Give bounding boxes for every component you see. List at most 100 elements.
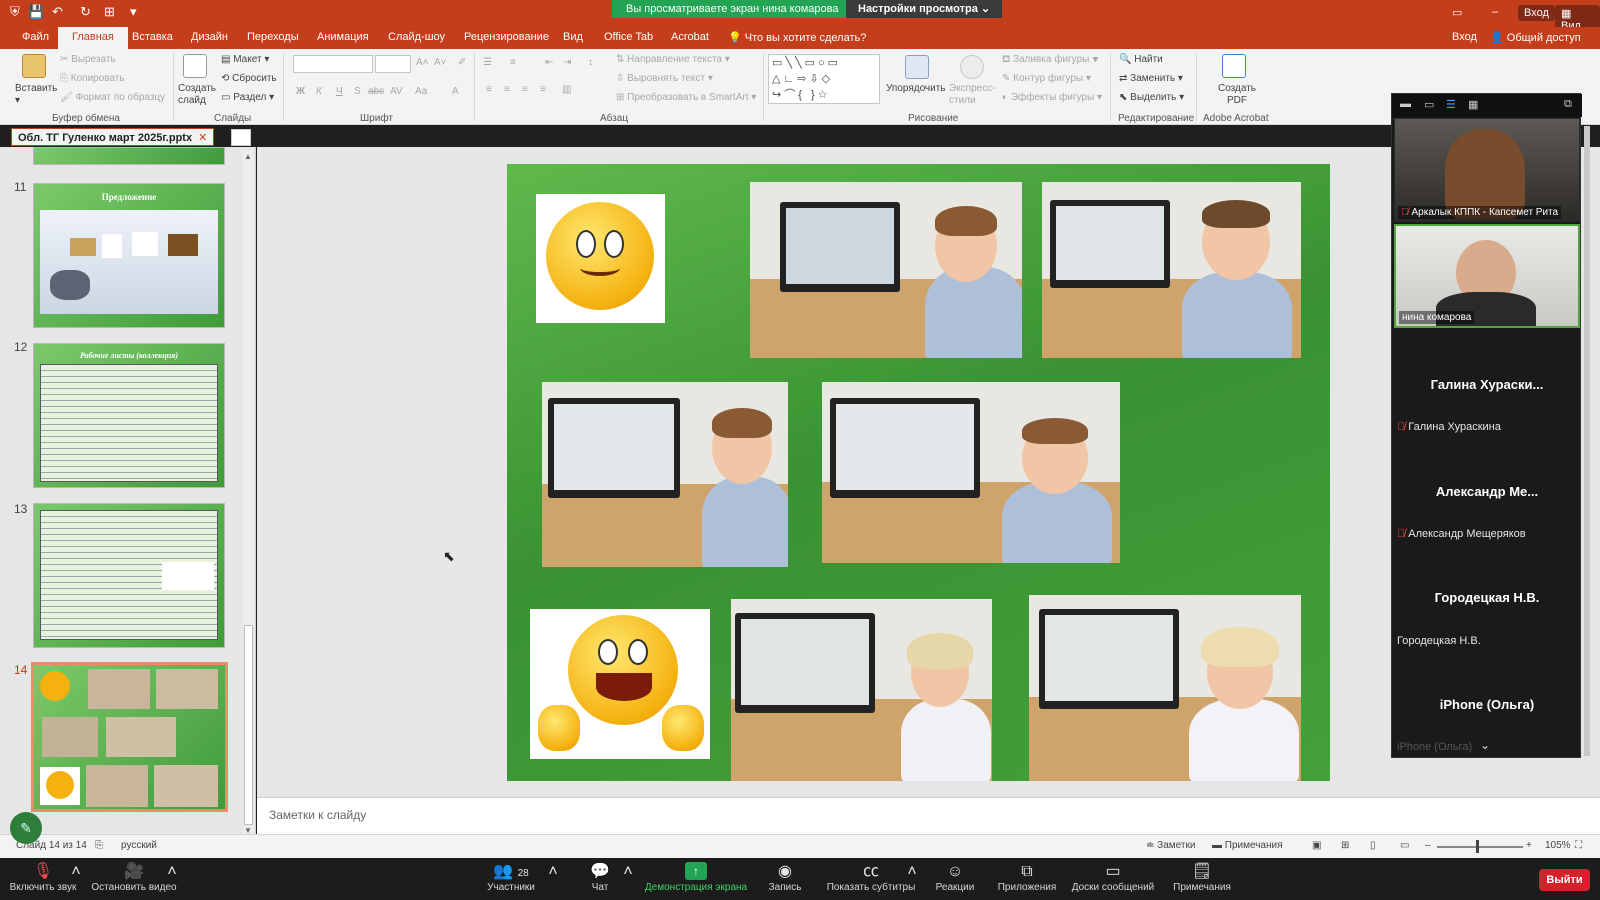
slide-thumbnail-10[interactable]: [33, 147, 225, 165]
increase-font-icon[interactable]: A˄: [416, 57, 429, 68]
arrange-icon[interactable]: [905, 55, 929, 79]
captions-button[interactable]: ㏄ Показать субтитры: [823, 862, 919, 893]
bullets-icon[interactable]: ☰: [483, 57, 492, 68]
cut-button[interactable]: ✂ Вырезать: [60, 54, 116, 65]
bold-icon[interactable]: Ж: [296, 86, 305, 97]
tab-review[interactable]: Рецензирование: [464, 31, 549, 43]
pop-out-icon[interactable]: ⧉: [1564, 98, 1572, 111]
participants-button[interactable]: 👥 28 Участники: [480, 862, 542, 893]
italic-icon[interactable]: К: [316, 86, 322, 97]
tab-acrobat[interactable]: Acrobat: [671, 31, 709, 43]
quick-styles-icon[interactable]: [960, 55, 984, 79]
smartart-button[interactable]: ⊞ Преобразовать в SmartArt ▾: [616, 92, 756, 103]
line-spacing-icon[interactable]: ↕: [588, 57, 593, 68]
layout-button[interactable]: ▤ Макет ▾: [221, 54, 269, 65]
student-photo-5[interactable]: [731, 599, 992, 781]
zoom-slider[interactable]: [1437, 846, 1523, 848]
zoom-level[interactable]: 105%: [1545, 840, 1571, 851]
char-spacing-icon[interactable]: AV: [390, 86, 403, 97]
normal-view-icon[interactable]: ▣: [1312, 840, 1321, 851]
scroll-down-chevron-icon[interactable]: ⌄: [1480, 738, 1490, 752]
notes-toggle[interactable]: ≐ Заметки: [1146, 840, 1195, 851]
clear-format-icon[interactable]: ✐: [458, 57, 466, 68]
tab-animations[interactable]: Анимация: [317, 31, 369, 43]
arrange-button[interactable]: Упорядочить: [886, 83, 946, 94]
tell-me-search[interactable]: 💡 Что вы хотите сделать?: [728, 31, 866, 44]
student-photo-1[interactable]: [750, 182, 1022, 358]
create-pdf-button[interactable]: Создать PDF: [1217, 83, 1257, 107]
paste-icon[interactable]: [22, 54, 46, 78]
font-size-select[interactable]: [375, 55, 411, 73]
record-button[interactable]: ◉ Запись: [763, 862, 807, 893]
slide-canvas[interactable]: [507, 164, 1330, 781]
annotate-pen-icon[interactable]: ✎: [10, 812, 42, 844]
student-photo-3[interactable]: [542, 382, 788, 567]
spellcheck-icon[interactable]: ⎘: [95, 840, 103, 851]
decrease-indent-icon[interactable]: ⇤: [545, 57, 553, 68]
list-view-icon[interactable]: ☰: [1446, 98, 1456, 111]
thumbs-up-smiley-image[interactable]: [530, 609, 710, 759]
slide-sorter-icon[interactable]: ⊞: [1341, 840, 1349, 851]
align-right-icon[interactable]: ≡: [522, 84, 528, 95]
account-login-link[interactable]: Вход: [1452, 31, 1477, 43]
video-options-chevron[interactable]: ˄: [166, 862, 178, 882]
gallery-view-icon[interactable]: ▦: [1468, 98, 1478, 111]
share-screen-button[interactable]: ↑ Демонстрация экрана: [642, 862, 750, 893]
comments-toggle[interactable]: ▬ Примечания: [1212, 840, 1283, 851]
underline-icon[interactable]: Ч: [336, 86, 343, 97]
reactions-button[interactable]: ☺ Реакции: [933, 862, 977, 893]
view-options-button[interactable]: Настройки просмотра ⌄: [846, 0, 1003, 18]
change-case-icon[interactable]: Aa: [415, 86, 427, 97]
undo-icon[interactable]: ↶: [52, 4, 63, 20]
align-center-icon[interactable]: ≡: [504, 84, 510, 95]
font-family-select[interactable]: [293, 55, 373, 73]
slide-notes-pane[interactable]: Заметки к слайду: [257, 797, 1600, 834]
tab-home[interactable]: Главная: [58, 27, 128, 49]
strikethrough-icon[interactable]: abc: [368, 86, 384, 97]
scroll-up-icon[interactable]: ▲: [244, 152, 252, 161]
tab-view[interactable]: Вид: [563, 31, 583, 43]
apps-button[interactable]: ⧉ Приложения: [995, 862, 1059, 893]
paste-dropdown-icon[interactable]: ▾: [15, 95, 20, 106]
fit-slide-icon[interactable]: ⛶: [1575, 840, 1582, 851]
participant-name-tag[interactable]: iPhone (Ольга): [1397, 741, 1472, 753]
shape-effects-button[interactable]: ◐ Эффекты фигуры ▾: [1002, 92, 1102, 103]
tab-transitions[interactable]: Переходы: [247, 31, 299, 43]
speaker-view-icon[interactable]: ▭: [1424, 98, 1434, 111]
slide-thumbnail-12[interactable]: Рабочие листы (коллекция): [33, 343, 225, 488]
chat-options-chevron[interactable]: ˄: [622, 862, 634, 882]
zoom-slider-thumb[interactable]: [1476, 840, 1479, 853]
tab-insert[interactable]: Вставка: [132, 31, 173, 43]
language-indicator[interactable]: русский: [121, 840, 157, 851]
presentation-icon[interactable]: ⊞: [104, 4, 115, 20]
pdf-icon[interactable]: [1222, 54, 1246, 78]
participant-name-tag[interactable]: 🎙̸ Галина Хураскина: [1397, 421, 1501, 433]
save-icon[interactable]: 💾: [28, 4, 44, 20]
thumbnails-scrollbar[interactable]: ▲ ▼: [243, 150, 254, 838]
decrease-font-icon[interactable]: A˅: [434, 57, 447, 68]
shadow-icon[interactable]: S: [354, 86, 361, 97]
participant-video-2[interactable]: нина комарова: [1394, 224, 1580, 328]
document-tab[interactable]: Обл. ТГ Гуленко март 2025г.pptx ✕: [11, 128, 215, 146]
numbering-icon[interactable]: ≡: [510, 57, 516, 68]
slide-thumbnail-14[interactable]: [31, 662, 228, 812]
format-painter-button[interactable]: 🖌 Формат по образцу: [60, 92, 165, 103]
shape-outline-button[interactable]: ✎ Контур фигуры ▾: [1002, 73, 1091, 84]
student-photo-6[interactable]: [1029, 595, 1301, 781]
leave-meeting-button[interactable]: Выйти: [1539, 869, 1590, 891]
right-scrollbar[interactable]: [1584, 126, 1590, 756]
shapes-gallery[interactable]: ▭╲╲▭○▭ △∟⇨⇩◇ ↪⌒{ }☆: [768, 54, 880, 104]
reading-view-icon[interactable]: ▯: [1370, 840, 1376, 851]
notes-button[interactable]: 🗒 Примечания: [1170, 862, 1234, 893]
increase-indent-icon[interactable]: ⇥: [563, 57, 571, 68]
columns-icon[interactable]: ▥: [562, 84, 571, 95]
student-photo-4[interactable]: [822, 382, 1120, 563]
select-button[interactable]: ⬉ Выделить ▾: [1119, 92, 1184, 103]
ribbon-display-icon[interactable]: ▭: [1452, 6, 1462, 19]
new-slide-icon[interactable]: [183, 54, 207, 78]
participants-options-chevron[interactable]: ˄: [547, 862, 559, 882]
tab-slideshow[interactable]: Слайд-шоу: [388, 31, 445, 43]
new-tab-button[interactable]: [231, 129, 251, 146]
slideshow-view-icon[interactable]: ▭: [1400, 840, 1409, 851]
copy-button[interactable]: ⎘ Копировать: [60, 73, 125, 84]
